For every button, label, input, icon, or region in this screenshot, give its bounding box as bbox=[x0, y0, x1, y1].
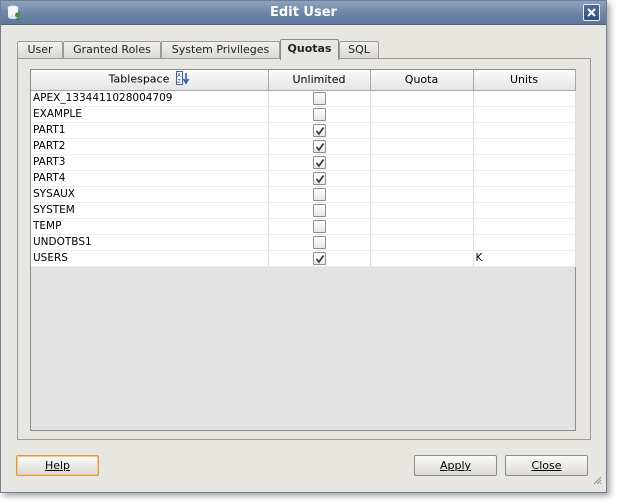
quota-cell[interactable] bbox=[370, 106, 474, 123]
units-cell[interactable] bbox=[473, 138, 576, 155]
quota-cell[interactable] bbox=[370, 122, 474, 139]
table-row[interactable]: APEX_1334411028004709 bbox=[31, 90, 576, 107]
checkmark-icon bbox=[315, 126, 324, 135]
column-header-tablespace[interactable]: Tablespace A Z bbox=[31, 70, 269, 91]
units-cell[interactable] bbox=[473, 202, 576, 219]
close-icon[interactable] bbox=[583, 4, 600, 21]
units-cell[interactable] bbox=[473, 170, 576, 187]
quota-cell[interactable] bbox=[370, 138, 474, 155]
tab-user[interactable]: User bbox=[17, 41, 63, 59]
unlimited-cell bbox=[268, 122, 371, 139]
tablespace-cell: TEMP bbox=[31, 218, 269, 235]
apply-button[interactable]: Apply bbox=[414, 455, 497, 476]
checkmark-icon bbox=[315, 142, 324, 151]
quotas-table-container: Tablespace A Z Unlimited Quota Units APE… bbox=[30, 69, 576, 431]
unlimited-cell bbox=[268, 234, 371, 251]
tab-granted-roles[interactable]: Granted Roles bbox=[63, 41, 161, 59]
close-button-label: Close bbox=[531, 459, 562, 472]
resize-grip-icon[interactable] bbox=[592, 475, 602, 488]
units-cell[interactable] bbox=[473, 234, 576, 251]
unlimited-cell bbox=[268, 202, 371, 219]
quota-cell[interactable] bbox=[370, 186, 474, 203]
tablespace-cell: PART3 bbox=[31, 154, 269, 171]
unlimited-cell bbox=[268, 186, 371, 203]
tablespace-cell: SYSTEM bbox=[31, 202, 269, 219]
quotas-table: Tablespace A Z Unlimited Quota Units APE… bbox=[31, 70, 576, 267]
units-cell[interactable] bbox=[473, 90, 576, 107]
tablespace-cell: EXAMPLE bbox=[31, 106, 269, 123]
apply-button-label: Apply bbox=[439, 459, 472, 472]
table-row[interactable]: USERS K bbox=[31, 250, 576, 267]
svg-text:Z: Z bbox=[177, 79, 181, 85]
unlimited-cell bbox=[268, 170, 371, 187]
column-header-label: Tablespace bbox=[108, 72, 170, 86]
unlimited-checkbox[interactable] bbox=[312, 235, 326, 249]
unlimited-cell bbox=[268, 90, 371, 107]
table-row[interactable]: SYSTEM bbox=[31, 202, 576, 219]
unlimited-checkbox[interactable] bbox=[312, 171, 326, 185]
column-header-quota[interactable]: Quota bbox=[370, 70, 474, 91]
tablespace-cell: SYSAUX bbox=[31, 186, 269, 203]
quota-cell[interactable] bbox=[370, 154, 474, 171]
unlimited-cell bbox=[268, 106, 371, 123]
quota-cell[interactable] bbox=[370, 250, 474, 267]
help-button-label: Help bbox=[44, 459, 71, 472]
quota-cell[interactable] bbox=[370, 202, 474, 219]
unlimited-cell bbox=[268, 154, 371, 171]
table-row[interactable]: TEMP bbox=[31, 218, 576, 235]
table-row[interactable]: PART1 bbox=[31, 122, 576, 139]
column-header-unlimited[interactable]: Unlimited bbox=[268, 70, 371, 91]
table-row[interactable]: PART3 bbox=[31, 154, 576, 171]
quota-cell[interactable] bbox=[370, 170, 474, 187]
unlimited-checkbox[interactable] bbox=[312, 91, 326, 105]
units-cell[interactable] bbox=[473, 122, 576, 139]
table-row[interactable]: EXAMPLE bbox=[31, 106, 576, 123]
sort-az-icon[interactable]: A Z bbox=[175, 71, 190, 88]
checkmark-icon bbox=[315, 158, 324, 167]
table-row[interactable]: UNDOTBS1 bbox=[31, 234, 576, 251]
tablespace-cell: PART1 bbox=[31, 122, 269, 139]
unlimited-checkbox[interactable] bbox=[312, 187, 326, 201]
column-header-units[interactable]: Units bbox=[473, 70, 576, 91]
quotas-panel: Tablespace A Z Unlimited Quota Units APE… bbox=[17, 58, 591, 440]
tablespace-cell: APEX_1334411028004709 bbox=[31, 90, 269, 107]
tablespace-cell: PART4 bbox=[31, 170, 269, 187]
unlimited-checkbox[interactable] bbox=[312, 107, 326, 121]
tablespace-cell: UNDOTBS1 bbox=[31, 234, 269, 251]
quota-cell[interactable] bbox=[370, 234, 474, 251]
quota-cell[interactable] bbox=[370, 218, 474, 235]
tab-sql[interactable]: SQL bbox=[339, 41, 379, 59]
edit-user-dialog: Edit User User Granted Roles System Priv… bbox=[0, 0, 607, 493]
tab-quotas[interactable]: Quotas bbox=[280, 39, 339, 60]
help-button[interactable]: Help bbox=[16, 455, 99, 476]
unlimited-checkbox[interactable] bbox=[312, 155, 326, 169]
close-button[interactable]: Close bbox=[505, 455, 588, 476]
unlimited-cell bbox=[268, 218, 371, 235]
table-row[interactable]: PART2 bbox=[31, 138, 576, 155]
table-header-row: Tablespace A Z Unlimited Quota Units bbox=[31, 70, 576, 91]
unlimited-cell bbox=[268, 138, 371, 155]
units-cell[interactable] bbox=[473, 106, 576, 123]
unlimited-checkbox[interactable] bbox=[312, 203, 326, 217]
units-cell[interactable] bbox=[473, 218, 576, 235]
unlimited-checkbox[interactable] bbox=[312, 219, 326, 233]
table-row[interactable]: PART4 bbox=[31, 170, 576, 187]
unlimited-checkbox[interactable] bbox=[312, 123, 326, 137]
unlimited-checkbox[interactable] bbox=[312, 139, 326, 153]
tablespace-cell: USERS bbox=[31, 250, 269, 267]
tablespace-cell: PART2 bbox=[31, 138, 269, 155]
unlimited-cell bbox=[268, 250, 371, 267]
units-cell[interactable] bbox=[473, 154, 576, 171]
unlimited-checkbox[interactable] bbox=[312, 251, 326, 265]
quota-cell[interactable] bbox=[370, 90, 474, 107]
units-cell[interactable]: K bbox=[473, 250, 576, 267]
checkmark-icon bbox=[315, 174, 324, 183]
checkmark-icon bbox=[315, 254, 324, 263]
units-cell[interactable] bbox=[473, 186, 576, 203]
table-row[interactable]: SYSAUX bbox=[31, 186, 576, 203]
title-bar[interactable]: Edit User bbox=[1, 1, 606, 25]
tab-system-privileges[interactable]: System Privileges bbox=[161, 41, 280, 59]
window-title: Edit User bbox=[270, 5, 337, 20]
